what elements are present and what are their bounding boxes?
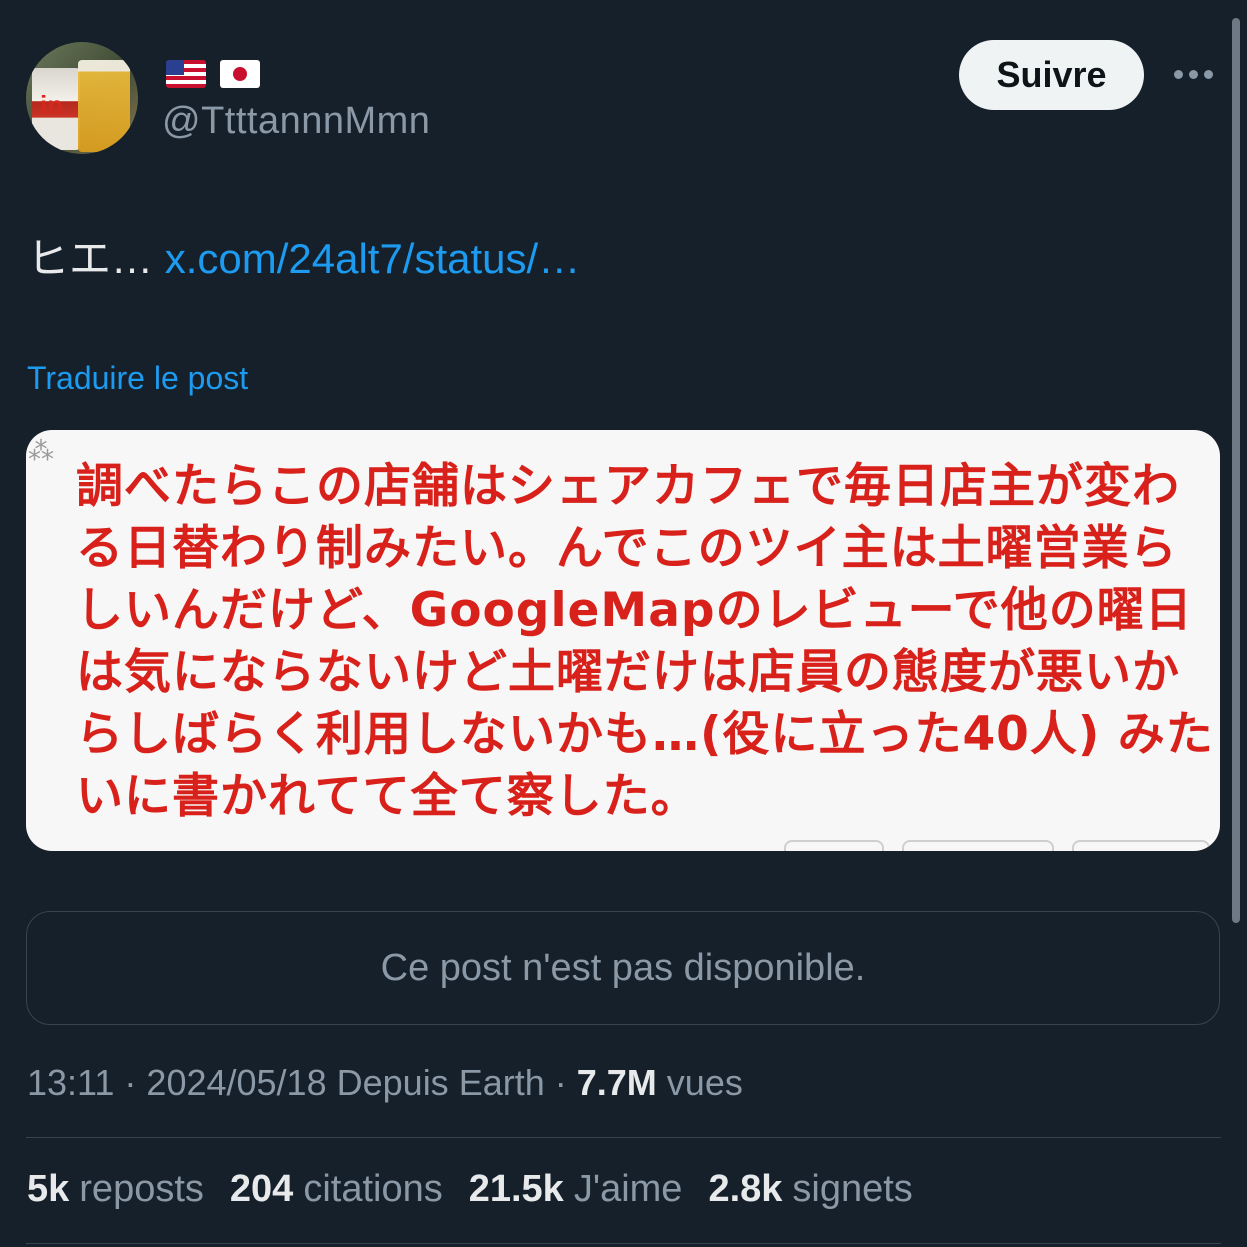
image-bottom-tabs <box>784 840 1210 851</box>
bookmarks-stat[interactable]: 2.8k signets <box>708 1168 912 1211</box>
tweet-image[interactable]: ⁂ 調べたらこの店舗はシェアカフェで毎日店主が変わ る日替わり制みたい。んでこの… <box>26 430 1220 851</box>
likes-stat[interactable]: 21.5k J'aime <box>469 1168 683 1211</box>
avatar-beer <box>78 60 130 152</box>
jp-flag-icon <box>220 60 260 88</box>
avatar[interactable]: in <box>26 42 138 154</box>
translate-post-link[interactable]: Traduire le post <box>27 360 248 397</box>
tweet-date[interactable]: 2024/05/18 <box>146 1062 326 1103</box>
user-handle[interactable]: @TtttannnMmn <box>162 100 430 143</box>
scrollbar[interactable] <box>1232 18 1240 923</box>
image-text: 調べたらこの店舗はシェアカフェで毎日店主が変わ る日替わり制みたい。んでこのツイ… <box>76 459 1214 824</box>
tweet-time[interactable]: 13:11 <box>27 1062 114 1103</box>
tweet-body: ヒエ… <box>27 235 154 282</box>
avatar-logo: in <box>40 90 64 120</box>
divider <box>26 1243 1221 1244</box>
more-options-icon[interactable] <box>1174 70 1213 79</box>
tweet-header: in @TtttannnMmn Suivre <box>26 40 1221 162</box>
reposts-stat[interactable]: 5k reposts <box>27 1168 204 1211</box>
quotes-stat[interactable]: 204 citations <box>230 1168 443 1211</box>
follow-button[interactable]: Suivre <box>959 40 1144 110</box>
tweet-stats: 5k reposts 204 citations 21.5k J'aime 2.8k s… <box>27 1168 913 1211</box>
tweet-source: Depuis Earth <box>336 1062 545 1103</box>
divider <box>26 1137 1221 1138</box>
tweet-text: ヒエ… x.com/24alt7/status/… <box>27 225 580 286</box>
views-label: vues <box>666 1062 743 1103</box>
unavailable-text: Ce post n'est pas disponible. <box>380 946 866 989</box>
tweet-meta: 13:11 · 2024/05/18 Depuis Earth · 7.7M v… <box>27 1062 743 1103</box>
tweet-link[interactable]: x.com/24alt7/status/… <box>165 235 581 282</box>
views-count: 7.7M <box>576 1062 657 1103</box>
display-name-flags[interactable] <box>166 60 260 88</box>
us-flag-icon <box>166 60 206 88</box>
quoted-post-unavailable: Ce post n'est pas disponible. <box>26 911 1220 1025</box>
image-corner-mark: ⁂ <box>28 436 54 466</box>
